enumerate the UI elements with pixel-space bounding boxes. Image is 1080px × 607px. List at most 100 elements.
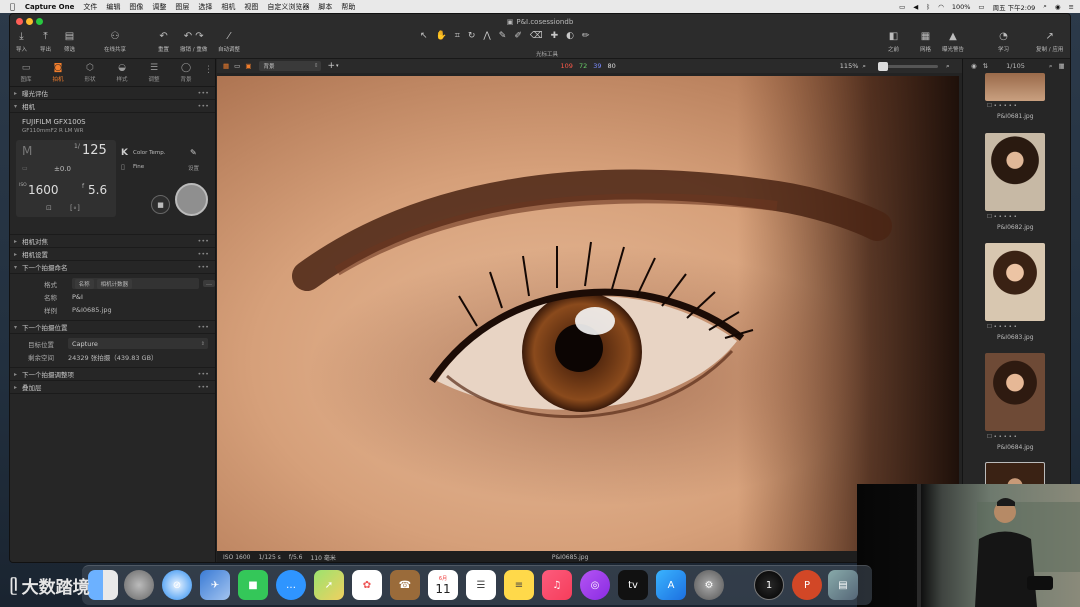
- grid-view-icon[interactable]: ▦: [223, 62, 229, 70]
- iso-value[interactable]: 1600: [28, 183, 59, 197]
- reminders-icon[interactable]: ☰: [466, 570, 496, 600]
- facetime-icon[interactable]: ■: [238, 570, 268, 600]
- app-store-icon[interactable]: A: [656, 570, 686, 600]
- undo-redo-button[interactable]: ↶ ↷ 撤销 / 重做: [180, 31, 207, 53]
- more-icon[interactable]: •••: [197, 263, 209, 271]
- thumbnail-rating[interactable]: ☐ • • • • •: [987, 434, 1017, 440]
- ev-value[interactable]: ±0.0: [54, 165, 71, 173]
- menu-view[interactable]: 视图: [244, 2, 258, 12]
- gradient-tool-icon[interactable]: ◐: [566, 31, 574, 41]
- thumbnail-rating[interactable]: ☐ • • • • •: [987, 103, 1017, 109]
- shutter-value[interactable]: 125: [82, 143, 107, 158]
- live-view-button[interactable]: ■: [151, 195, 170, 214]
- target-select[interactable]: Capture ⇕: [68, 338, 208, 349]
- sort-icon[interactable]: ⇅: [983, 62, 988, 70]
- more-icon[interactable]: •••: [197, 250, 209, 258]
- tab-background[interactable]: ◯ 背景: [170, 59, 202, 86]
- more-icon[interactable]: •••: [197, 323, 209, 331]
- podcasts-icon[interactable]: ◎: [580, 570, 610, 600]
- menu-camera[interactable]: 相机: [221, 2, 235, 12]
- share-button[interactable]: ⚇ 在线共享: [104, 31, 126, 53]
- more-icon[interactable]: •••: [197, 383, 209, 391]
- select-tool-icon[interactable]: ↖: [420, 31, 428, 41]
- keystone-tool-icon[interactable]: ⋀: [483, 31, 490, 41]
- quality-label[interactable]: Fine: [133, 164, 144, 170]
- wifi-icon[interactable]: ◠: [938, 3, 944, 11]
- thumbnail-rating[interactable]: ☐ • • • • •: [987, 214, 1017, 220]
- siri-icon[interactable]: ◉: [1055, 3, 1061, 11]
- aperture-value[interactable]: 5.6: [88, 183, 107, 197]
- name-input[interactable]: P&I: [72, 293, 83, 301]
- finder-icon[interactable]: [88, 570, 118, 600]
- thumbnail-image[interactable]: [985, 133, 1045, 211]
- exposure-warning-button[interactable]: ▲ 曝光警告: [942, 31, 964, 53]
- chevron-down-icon[interactable]: ▾: [336, 63, 339, 69]
- capture-one-icon[interactable]: 1: [754, 570, 784, 600]
- messages-icon[interactable]: …: [276, 570, 306, 600]
- section-camera-focus[interactable]: ▸ 相机对焦 •••: [10, 235, 215, 248]
- zoom-level[interactable]: 115%: [840, 62, 859, 70]
- maps-icon[interactable]: ➚: [314, 570, 344, 600]
- control-center-icon[interactable]: ≡: [1069, 3, 1074, 11]
- menu-edit[interactable]: 编辑: [106, 2, 120, 12]
- grid-icon[interactable]: ▦: [1059, 62, 1065, 70]
- menu-adjust[interactable]: 调整: [152, 2, 166, 12]
- thumbnail-rating[interactable]: ☐ • • • • •: [987, 324, 1017, 330]
- display-icon[interactable]: ▭: [899, 3, 905, 11]
- add-icon[interactable]: +: [327, 61, 335, 71]
- metering-icon[interactable]: [∘]: [70, 204, 80, 212]
- clock[interactable]: 周五 下午2:09: [993, 2, 1036, 12]
- rotate-tool-icon[interactable]: ↻: [468, 31, 476, 41]
- minimize-window-button[interactable]: [26, 18, 33, 25]
- calendar-icon[interactable]: 6月 11: [428, 570, 458, 600]
- grid-button[interactable]: ▦ 网格: [920, 31, 931, 53]
- more-icon[interactable]: •••: [197, 237, 209, 245]
- image-viewer[interactable]: [217, 76, 959, 551]
- capture-shutter-button[interactable]: [175, 183, 208, 216]
- tab-shape[interactable]: ⬡ 形状: [74, 59, 106, 86]
- picker-tool-icon[interactable]: ✎: [499, 31, 507, 41]
- zoom-slider[interactable]: [878, 61, 939, 71]
- search-icon[interactable]: ⌕: [1049, 62, 1053, 71]
- more-icon[interactable]: •••: [197, 102, 209, 110]
- battery-label[interactable]: 100%: [952, 3, 971, 11]
- system-preferences-icon[interactable]: ⚙: [694, 570, 724, 600]
- styles-select[interactable]: 背景 ⇕: [259, 61, 322, 71]
- thumbnail-image[interactable]: [985, 73, 1045, 101]
- app-menu[interactable]: Capture One: [25, 3, 75, 11]
- bluetooth-icon[interactable]: ᛒ: [926, 3, 930, 11]
- close-window-button[interactable]: [16, 18, 23, 25]
- more-icon[interactable]: •••: [197, 89, 209, 97]
- menu-image[interactable]: 图像: [129, 2, 143, 12]
- tab-style[interactable]: ◒ 样式: [106, 59, 138, 86]
- menu-custom-browser[interactable]: 自定义浏览器: [267, 2, 309, 12]
- notes-icon[interactable]: ≡: [504, 570, 534, 600]
- single-view-icon[interactable]: ▭: [234, 62, 240, 70]
- format-more-button[interactable]: …: [203, 280, 215, 287]
- music-icon[interactable]: ♫: [542, 570, 572, 600]
- zoom-slider-knob[interactable]: [878, 61, 889, 71]
- filter-button[interactable]: ▤ 筛选: [64, 31, 75, 53]
- export-button[interactable]: ⤒ 导出: [40, 31, 51, 53]
- thumbnail-image[interactable]: [985, 353, 1045, 431]
- downloads-stack-icon[interactable]: ▤: [828, 570, 858, 600]
- photos-icon[interactable]: ✿: [352, 570, 382, 600]
- more-icon[interactable]: •••: [197, 370, 209, 378]
- section-overlay[interactable]: ▸ 叠加层 •••: [10, 381, 215, 394]
- menu-help[interactable]: 帮助: [341, 2, 355, 12]
- apple-icon[interactable]: : [10, 2, 15, 11]
- section-camera-settings[interactable]: ▸ 相机设置 •••: [10, 248, 215, 261]
- search-icon[interactable]: ⌕: [1043, 2, 1047, 11]
- format-field[interactable]: 名称 相机计数器: [71, 278, 199, 289]
- annotate-tool-icon[interactable]: ✏: [582, 31, 590, 41]
- before-button[interactable]: ◧ 之前: [888, 31, 899, 53]
- compare-view-icon[interactable]: ▣: [245, 62, 251, 70]
- powerpoint-icon[interactable]: P: [792, 570, 822, 600]
- format-chip-name[interactable]: 名称: [74, 278, 94, 289]
- section-exposure-eval[interactable]: ▸ 曝光评估 •••: [10, 87, 215, 100]
- zoom-in-icon[interactable]: ⌕: [946, 62, 950, 71]
- tab-capture[interactable]: ◙ 拍机: [42, 59, 74, 86]
- eyedropper-icon[interactable]: ✎: [190, 148, 197, 157]
- learn-button[interactable]: ◔ 学习: [998, 31, 1009, 53]
- menu-layers[interactable]: 图层: [175, 2, 189, 12]
